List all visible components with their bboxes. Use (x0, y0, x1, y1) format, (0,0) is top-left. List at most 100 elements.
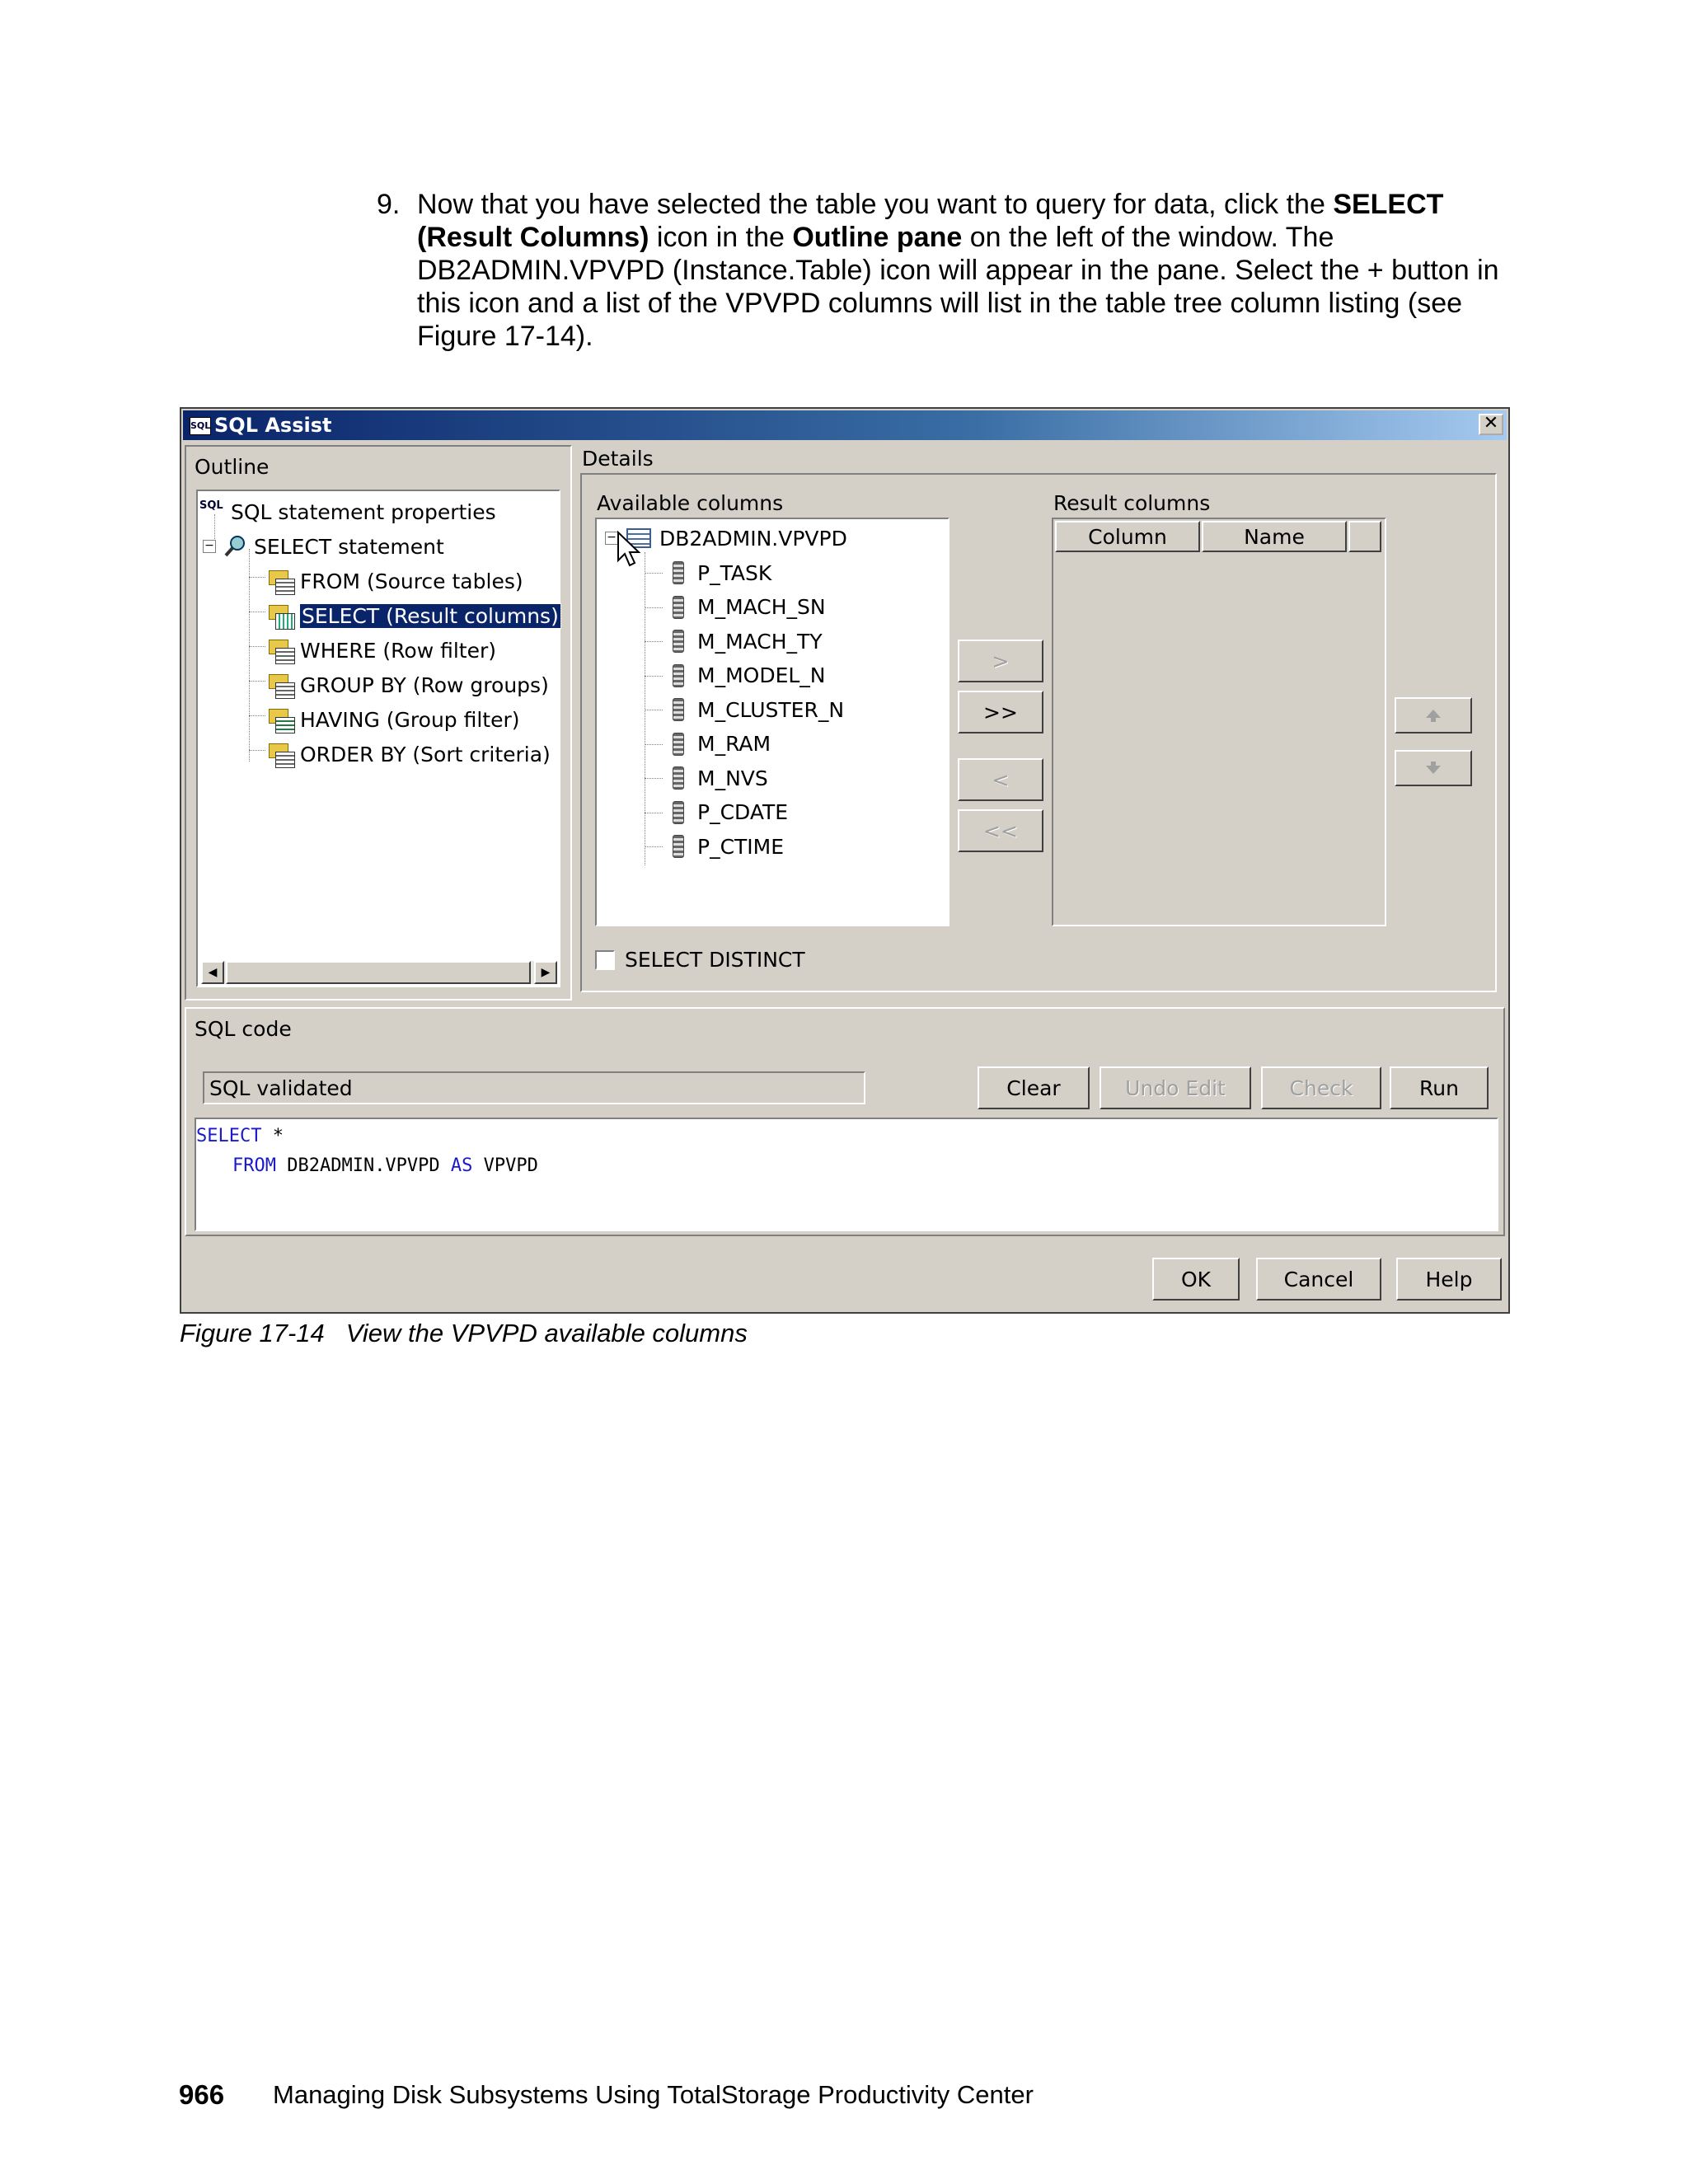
column-item[interactable]: M_MODEL_N (673, 660, 826, 691)
tree-item-table[interactable]: − DB2ADMIN.VPVPD (605, 523, 847, 554)
tree-item-from[interactable]: FROM (Source tables) (269, 565, 523, 597)
column-name: M_MODEL_N (697, 663, 826, 687)
page-footer: 966 Managing Disk Subsystems Using Total… (179, 2079, 1034, 2111)
column-item[interactable]: M_RAM (673, 729, 771, 760)
column-icon (673, 561, 684, 584)
undo-edit-button[interactable]: Undo Edit (1100, 1066, 1251, 1109)
column-item[interactable]: M_MACH_TY (673, 626, 823, 657)
tree-item-order-by[interactable]: ORDER BY (Sort criteria) (269, 738, 551, 770)
details-pane: Details Available columns − DB2ADMIN.VPV… (577, 445, 1505, 1001)
column-item[interactable]: P_CDATE (673, 797, 788, 828)
column-name: M_MACH_SN (697, 595, 826, 619)
tree-item-label: SELECT statement (254, 534, 444, 559)
move-down-button[interactable] (1395, 750, 1472, 786)
mouse-pointer-icon (617, 531, 641, 567)
tree-item-select-result-columns[interactable]: SELECT (Result columns) (269, 600, 561, 631)
sql-keyword-from: FROM (232, 1155, 276, 1176)
column-name: M_RAM (697, 732, 771, 756)
step-number: 9. (377, 189, 401, 220)
page-number: 966 (179, 2079, 225, 2110)
row-filter-icon (269, 638, 295, 664)
sql-status-field: SQL validated (203, 1071, 865, 1104)
column-item[interactable]: M_MACH_SN (673, 592, 826, 623)
close-button[interactable]: ✕ (1479, 414, 1503, 435)
tree-item-select-statement[interactable]: − SELECT statement (203, 531, 444, 562)
clear-button[interactable]: Clear (978, 1066, 1090, 1109)
horizontal-scrollbar[interactable]: ◀ ▶ (201, 961, 557, 984)
sql-code-label: SQL code (195, 1017, 292, 1041)
collapse-icon[interactable]: − (203, 540, 216, 553)
step-text-2: icon in the (649, 222, 793, 253)
select-distinct-label: SELECT DISTINCT (625, 948, 805, 972)
table-name: DB2ADMIN.VPVPD (659, 526, 847, 551)
outline-tree[interactable]: SQL SQL statement properties − SELECT st… (196, 490, 561, 987)
tree-item-label: HAVING (Group filter) (300, 707, 520, 732)
remove-column-button[interactable]: < (958, 758, 1043, 801)
outline-label: Outline (195, 455, 270, 479)
figure-title: View the VPVPD available columns (345, 1319, 748, 1347)
column-header[interactable]: Column (1055, 521, 1200, 552)
result-columns-table[interactable]: Column Name (1052, 518, 1386, 926)
tree-item-group-by[interactable]: GROUP BY (Row groups) (269, 669, 549, 701)
column-icon (673, 698, 684, 721)
details-label: Details (582, 447, 654, 471)
cancel-button[interactable]: Cancel (1256, 1258, 1381, 1301)
tree-line (249, 681, 265, 682)
tree-line (645, 778, 663, 779)
select-distinct-checkbox[interactable] (595, 949, 615, 970)
tree-line (249, 577, 265, 578)
tree-item-sql-properties[interactable]: SQL SQL statement properties (199, 496, 496, 527)
figure-number: Figure 17-14 (180, 1319, 325, 1347)
row-groups-icon (269, 673, 295, 699)
name-header[interactable]: Name (1202, 521, 1347, 552)
tree-item-where[interactable]: WHERE (Row filter) (269, 635, 496, 666)
column-name: P_CDATE (697, 800, 789, 824)
sql-properties-icon: SQL (199, 499, 223, 512)
available-columns-tree[interactable]: − DB2ADMIN.VPVPD P_TASK M_MACH_SN M_MACH_T… (595, 518, 950, 926)
sql-line-2: FROM DB2ADMIN.VPVPD AS VPVPD (232, 1155, 538, 1176)
tree-item-label: GROUP BY (Row groups) (300, 673, 549, 697)
column-icon (673, 732, 684, 756)
tree-item-having[interactable]: HAVING (Group filter) (269, 704, 520, 735)
move-up-button[interactable] (1395, 697, 1472, 733)
column-item[interactable]: M_NVS (673, 762, 768, 794)
add-all-columns-button[interactable]: >> (958, 691, 1043, 733)
scroll-left-button[interactable]: ◀ (201, 961, 224, 984)
column-name: M_MACH_TY (697, 629, 823, 654)
column-icon (673, 766, 684, 790)
select-distinct-option[interactable]: SELECT DISTINCT (595, 948, 805, 972)
tree-line (645, 675, 663, 677)
tree-line (249, 750, 265, 751)
remove-all-columns-button[interactable]: << (958, 809, 1043, 852)
tree-item-label: WHERE (Row filter) (300, 638, 497, 663)
column-item[interactable]: P_TASK (673, 557, 771, 588)
step-text-1: Now that you have selected the table you… (417, 189, 1334, 220)
tree-item-label: SELECT (Result columns) (299, 602, 561, 629)
group-filter-icon (269, 707, 295, 733)
extra-header[interactable] (1348, 521, 1381, 552)
scroll-thumb[interactable] (226, 961, 531, 984)
column-name: M_NVS (697, 766, 768, 790)
sql-editor[interactable]: SELECT * FROM DB2ADMIN.VPVPD AS VPVPD (195, 1118, 1498, 1231)
add-column-button[interactable]: > (958, 640, 1043, 682)
available-columns-label: Available columns (597, 491, 784, 515)
column-icon (673, 630, 684, 653)
ok-button[interactable]: OK (1152, 1258, 1240, 1301)
scroll-right-button[interactable]: ▶ (534, 961, 557, 984)
tree-item-label: FROM (Source tables) (300, 569, 523, 593)
arrow-up-icon (1426, 710, 1441, 722)
sql-keyword-select: SELECT (196, 1126, 262, 1146)
check-button[interactable]: Check (1261, 1066, 1381, 1109)
help-button[interactable]: Help (1396, 1258, 1502, 1301)
sql-text: DB2ADMIN.VPVPD (275, 1155, 451, 1176)
column-name: P_TASK (697, 560, 772, 585)
figure-caption: Figure 17-14 View the VPVPD available col… (180, 1319, 748, 1348)
magnifier-icon (223, 534, 247, 559)
column-item[interactable]: M_CLUSTER_N (673, 694, 844, 725)
column-icon (673, 835, 684, 858)
run-button[interactable]: Run (1390, 1066, 1489, 1109)
sql-assist-window: SQL SQL Assist ✕ Outline SQL SQL stateme… (180, 407, 1510, 1314)
column-item[interactable]: P_CTIME (673, 831, 784, 862)
sql-text: * (261, 1126, 284, 1146)
title-bar[interactable]: SQL SQL Assist ✕ (183, 410, 1507, 440)
